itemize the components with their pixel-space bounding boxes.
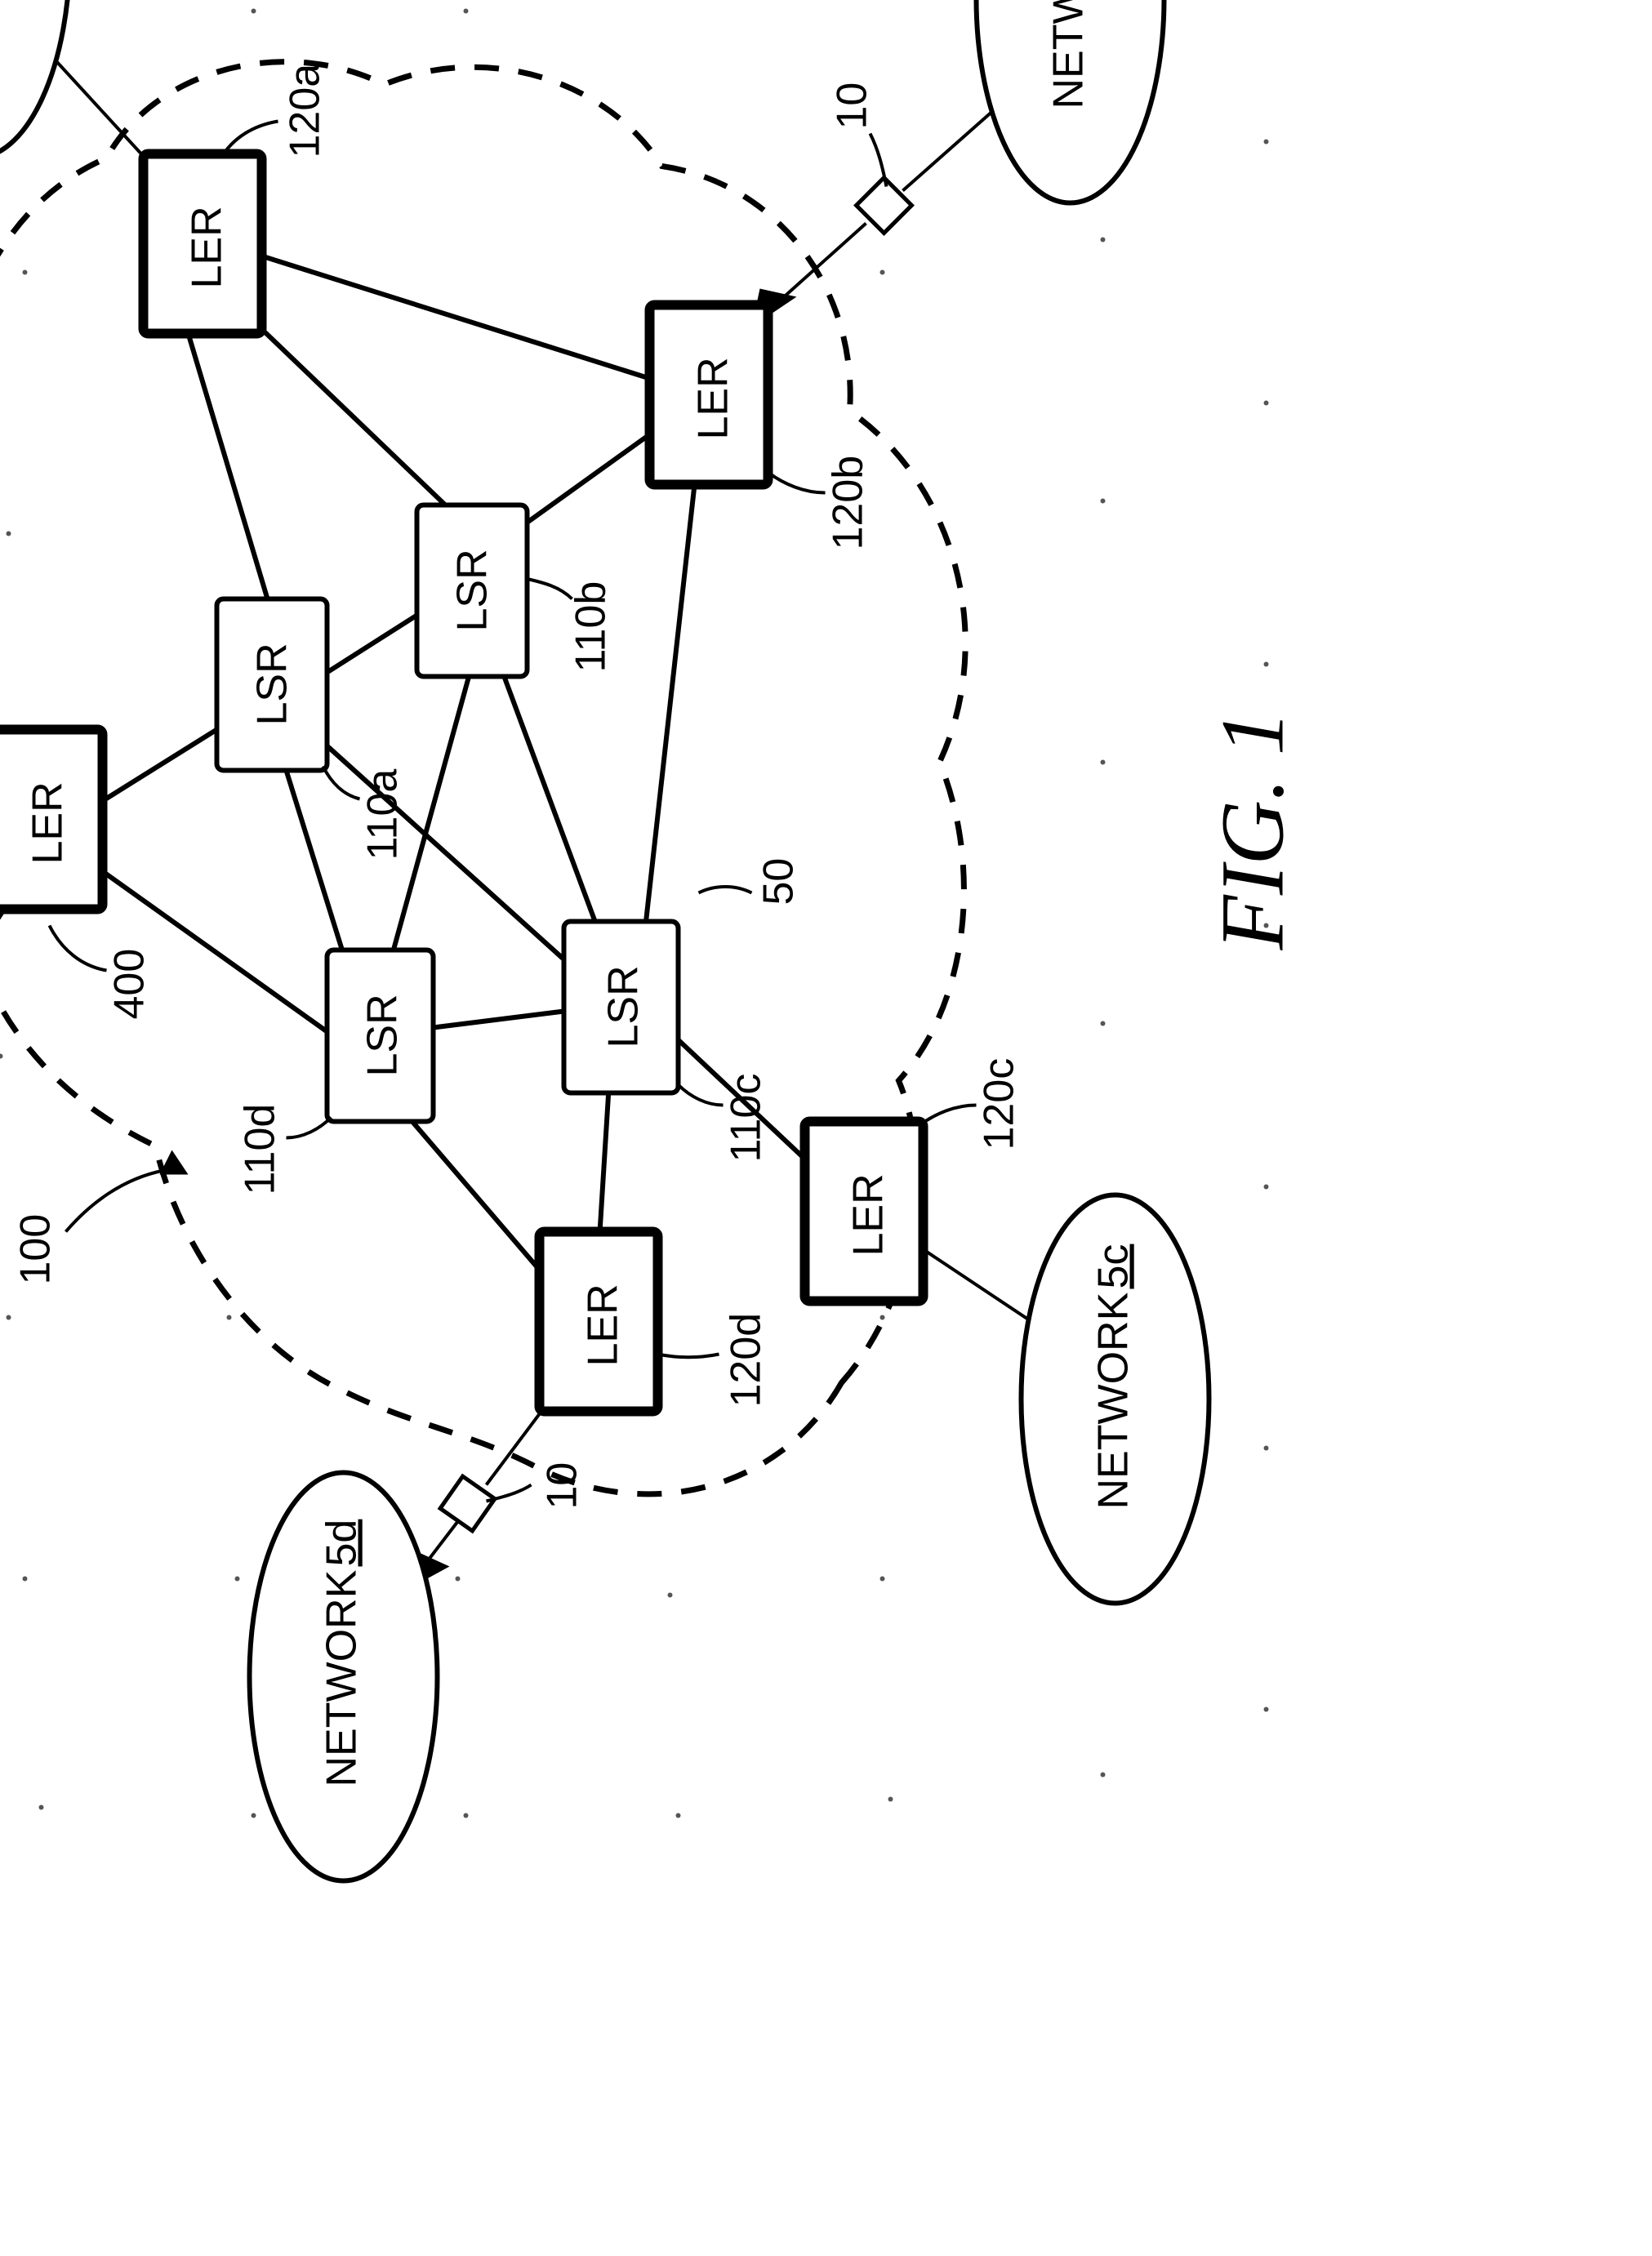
ler-120a-label: LER [183, 206, 230, 288]
network-5b-label: NETWORK [1044, 0, 1092, 109]
lsr-110c-label: LSR [599, 965, 647, 1048]
network-5c-ref: 5c [1089, 1244, 1137, 1288]
lsr-110b-node: LSR [416, 505, 527, 676]
system-ref: 100 [11, 1213, 59, 1284]
lsr-110d-node: LSR [327, 950, 433, 1121]
lsr-110a-ref: 110a [358, 768, 406, 860]
ler-120d-ref: 120d [722, 1312, 769, 1407]
ler-120d-label: LER [579, 1284, 626, 1366]
network-5d-label: NETWORK [318, 1569, 365, 1787]
ler-120b-node: LER [649, 305, 768, 484]
core-ref: 50 [755, 857, 802, 905]
lsr-110c-ref: 110c [722, 1073, 769, 1162]
network-5c: NETWORK 5c [1021, 1195, 1209, 1603]
packet-in-ref: 10 [828, 82, 875, 129]
network-5d: NETWORK 5d [249, 1472, 437, 1880]
network-5d-ref: 5d [318, 1519, 365, 1566]
network-5b: NETWORK 5b [976, 0, 1164, 202]
ler-120b-label: LER [689, 357, 737, 439]
ler-120c-node: LER [804, 1121, 923, 1301]
ler-120d-node: LER [539, 1231, 657, 1411]
ler-400-node: LER [0, 729, 102, 909]
lsr-110d-ref: 110d [236, 1103, 283, 1195]
ler-120b-ref: 120b [824, 455, 871, 550]
figure-caption: FIG. 1 [1202, 710, 1302, 950]
lsr-110b-ref: 110b [567, 581, 614, 672]
ler-120a-ref: 120a [281, 63, 328, 158]
network-5a: NETWORK 5a [0, 0, 69, 158]
ler-120a-node: LER [143, 154, 261, 333]
network-topology-diagram: LSR LSR LSR LSR LER LER [0, 0, 1350, 1954]
packet-out-ref: 10 [538, 1462, 586, 1509]
ler-120c-label: LER [844, 1173, 892, 1256]
network-5c-label: NETWORK [1089, 1292, 1137, 1509]
lsr-110b-label: LSR [448, 549, 496, 631]
ler-400-label: LER [24, 781, 71, 864]
lsr-110d-label: LSR [358, 994, 406, 1076]
lsr-110a-node: LSR [216, 598, 327, 770]
ler-120c-ref: 120c [975, 1057, 1022, 1150]
ler-400-ref: 400 [105, 948, 153, 1019]
lsr-110c-node: LSR [563, 921, 678, 1092]
lsr-110a-label: LSR [248, 643, 296, 725]
